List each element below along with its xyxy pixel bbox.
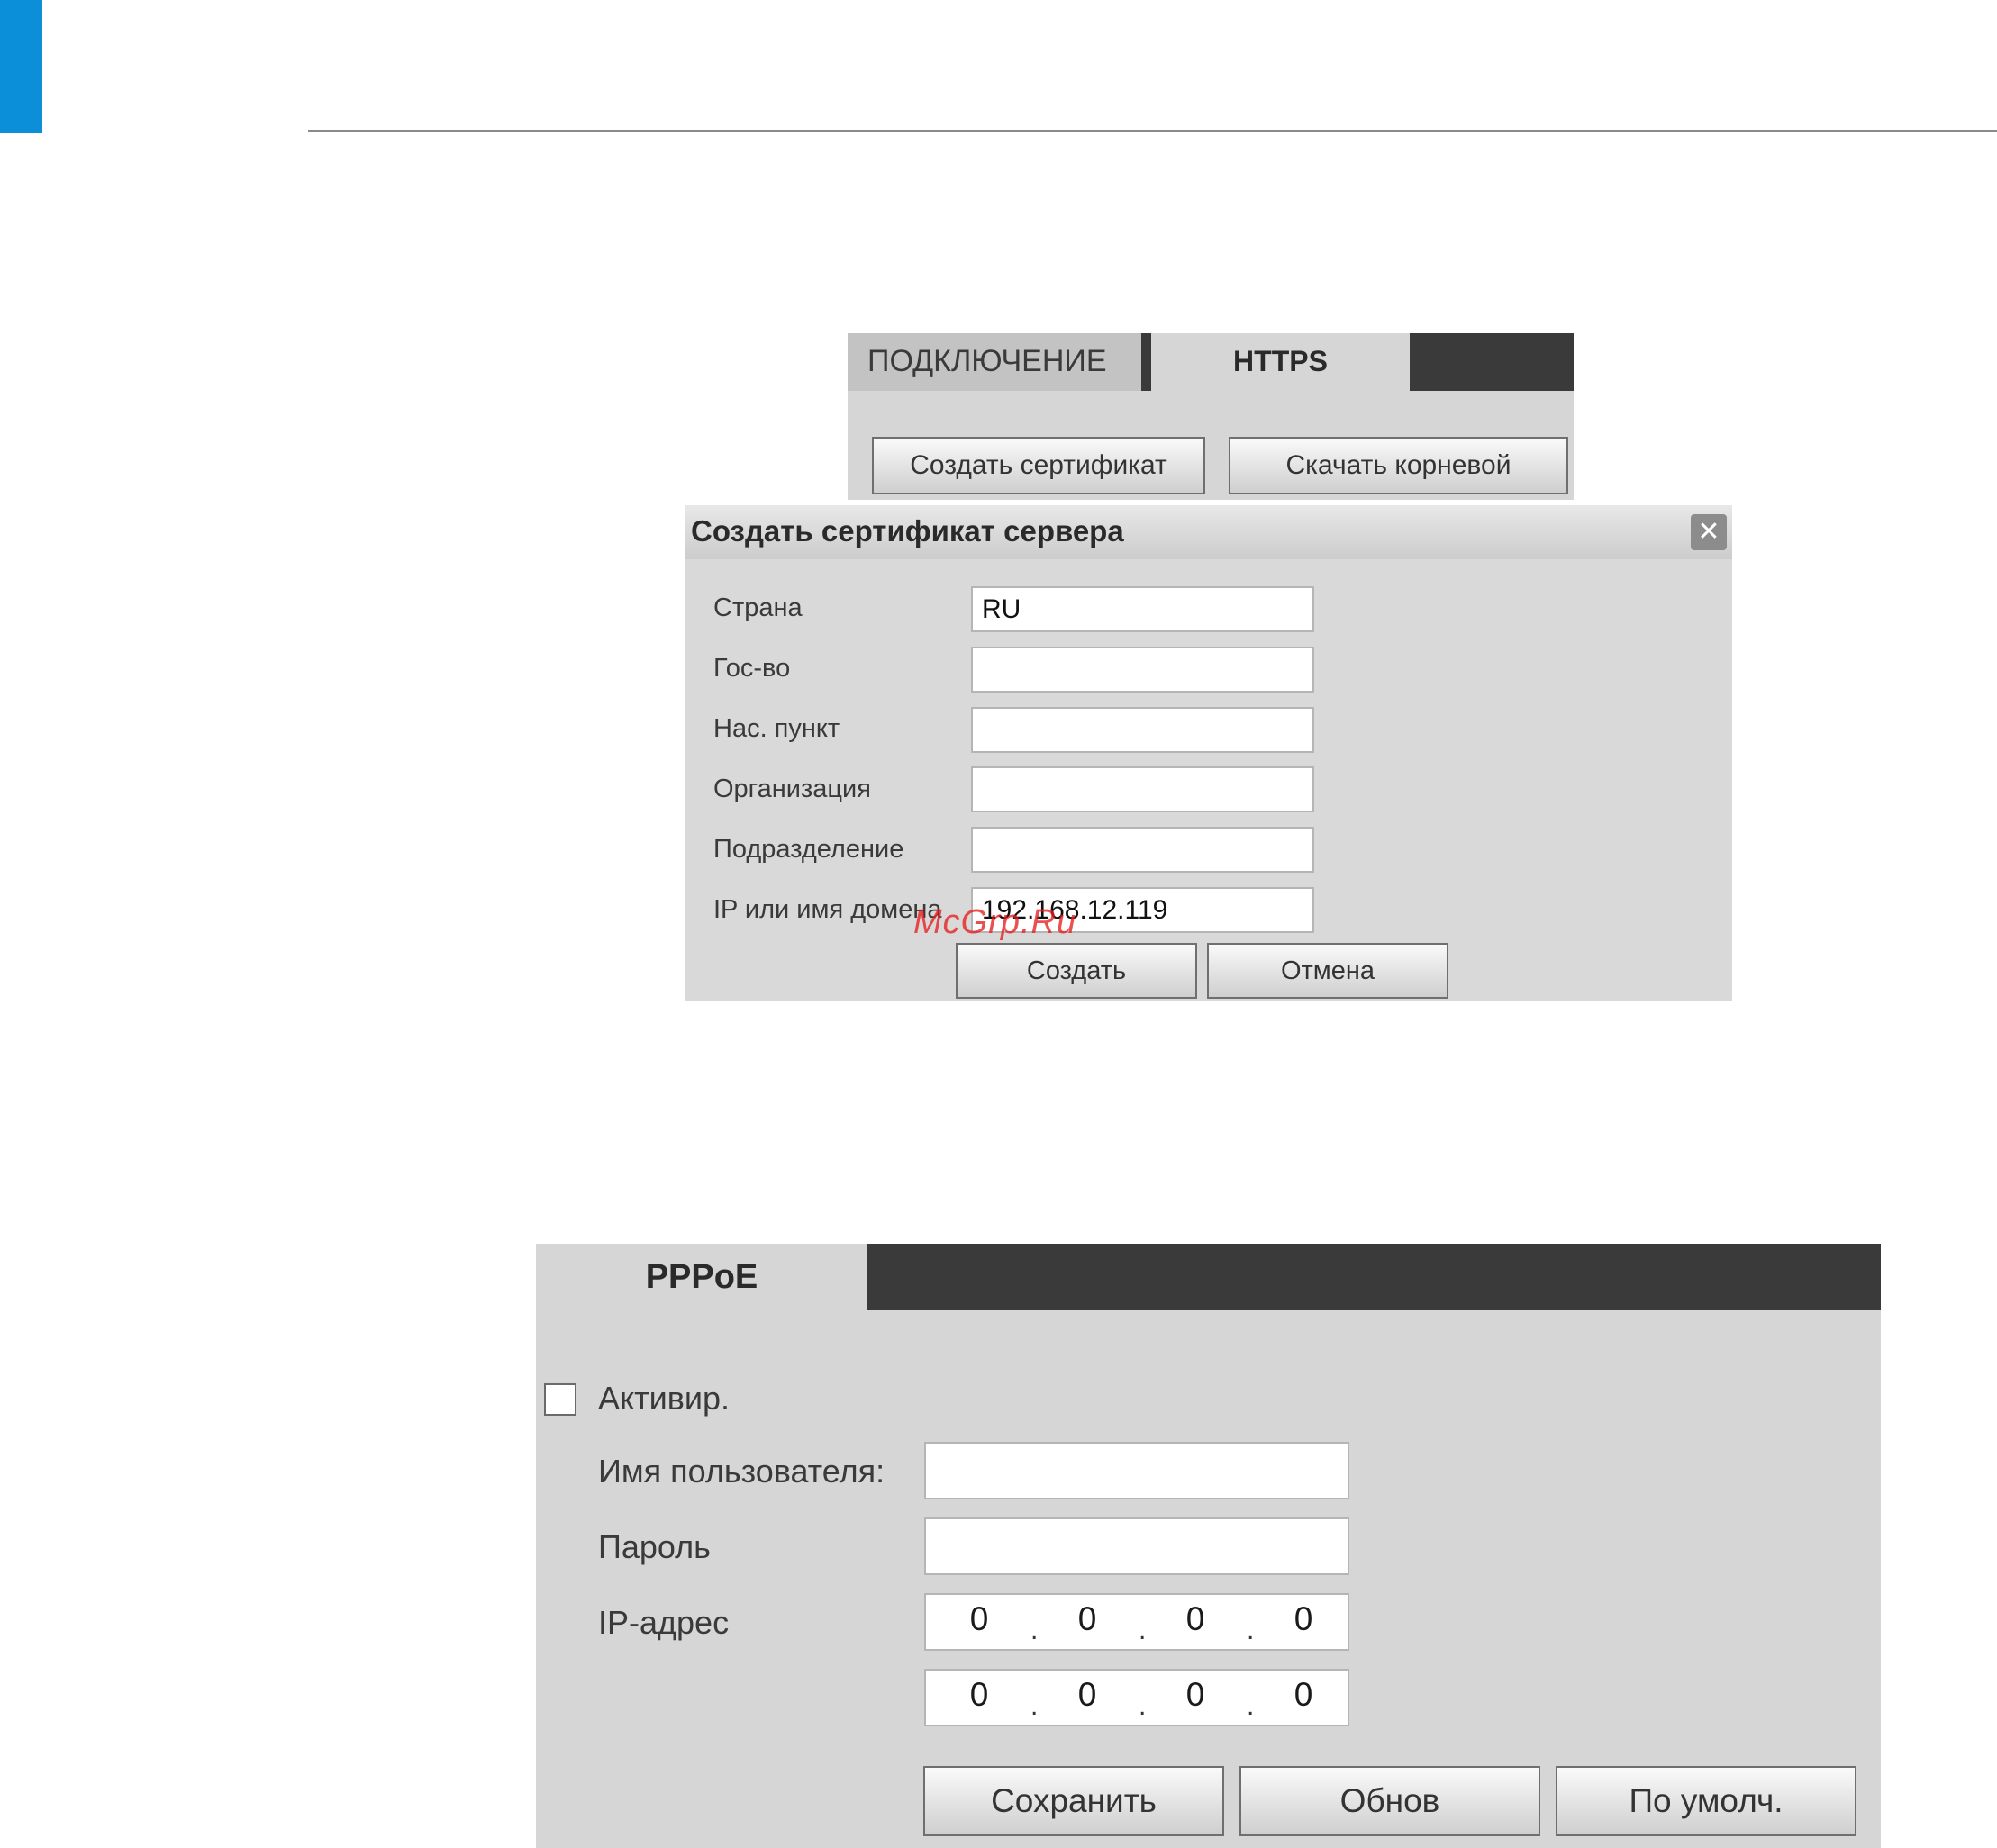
unit-label: Подразделение <box>713 835 904 864</box>
create-certificate-button[interactable]: Создать сертификат <box>872 437 1205 494</box>
tab-connection[interactable]: ПОДКЛЮЧЕНИЕ <box>848 333 1141 391</box>
ip-octet-4[interactable]: 0 <box>1276 1671 1330 1725</box>
ip-octet-1[interactable]: 0 <box>952 1595 1006 1649</box>
tab-bar: ПОДКЛЮЧЕНИЕ HTTPS <box>848 333 1574 391</box>
username-field[interactable] <box>924 1442 1349 1499</box>
ip-octet-2[interactable]: 0 <box>1060 1595 1114 1649</box>
ip-dot: . <box>1030 1616 1039 1645</box>
dialog-header: Создать сертификат сервера ✕ <box>685 505 1732 559</box>
enable-label: Активир. <box>598 1380 731 1417</box>
password-label: Пароль <box>598 1528 711 1565</box>
https-panel: ПОДКЛЮЧЕНИЕ HTTPS Создать сертификат Ска… <box>848 333 1574 500</box>
ip-address-field[interactable]: 0 . 0 . 0 . 0 <box>924 1593 1349 1651</box>
tab-separator <box>1141 333 1151 391</box>
tab-bar-filler <box>1410 333 1574 391</box>
create-button[interactable]: Создать <box>956 943 1197 999</box>
ip-dot: . <box>1139 1616 1147 1645</box>
save-button[interactable]: Сохранить <box>923 1766 1224 1836</box>
pppoe-panel: PPPoE Активир. Имя пользователя: Пароль … <box>536 1244 1881 1848</box>
ip-octet-2[interactable]: 0 <box>1060 1671 1114 1725</box>
refresh-button[interactable]: Обнов <box>1239 1766 1540 1836</box>
username-label: Имя пользователя: <box>598 1453 885 1490</box>
ip-octet-1[interactable]: 0 <box>952 1671 1006 1725</box>
ip-dot: . <box>1247 1691 1255 1721</box>
organization-field[interactable] <box>971 766 1314 812</box>
country-label: Страна <box>713 593 803 622</box>
locality-label: Нас. пункт <box>713 714 840 743</box>
ip-octet-3[interactable]: 0 <box>1168 1671 1222 1725</box>
state-field[interactable] <box>971 647 1314 693</box>
tab-pppoe[interactable]: PPPoE <box>536 1244 867 1310</box>
close-icon[interactable]: ✕ <box>1691 514 1727 550</box>
ip-octet-3[interactable]: 0 <box>1168 1595 1222 1649</box>
ip-dot: . <box>1139 1691 1147 1721</box>
header-divider <box>308 130 1997 132</box>
enable-checkbox[interactable] <box>544 1383 576 1416</box>
dialog-title: Создать сертификат сервера <box>691 514 1124 548</box>
ip-dot: . <box>1030 1691 1039 1721</box>
tab-https[interactable]: HTTPS <box>1151 333 1410 391</box>
cancel-button[interactable]: Отмена <box>1207 943 1448 999</box>
download-root-button[interactable]: Скачать корневой <box>1229 437 1568 494</box>
unit-field[interactable] <box>971 827 1314 873</box>
locality-field[interactable] <box>971 707 1314 753</box>
ip-address-label: IP-адрес <box>598 1604 730 1641</box>
country-field[interactable] <box>971 586 1314 632</box>
tab-bar-filler <box>867 1244 1881 1310</box>
domain-label: IP или имя домена <box>713 895 942 924</box>
ip-address-field-2[interactable]: 0 . 0 . 0 . 0 <box>924 1669 1349 1726</box>
accent-bar <box>0 0 42 133</box>
create-server-certificate-dialog: Создать сертификат сервера ✕ Страна Гос-… <box>685 505 1732 1001</box>
organization-label: Организация <box>713 775 871 803</box>
ip-dot: . <box>1247 1616 1255 1645</box>
ip-octet-4[interactable]: 0 <box>1276 1595 1330 1649</box>
watermark: McGrp.Ru <box>913 903 1077 941</box>
password-field[interactable] <box>924 1517 1349 1575</box>
default-button[interactable]: По умолч. <box>1556 1766 1856 1836</box>
state-label: Гос-во <box>713 654 791 683</box>
